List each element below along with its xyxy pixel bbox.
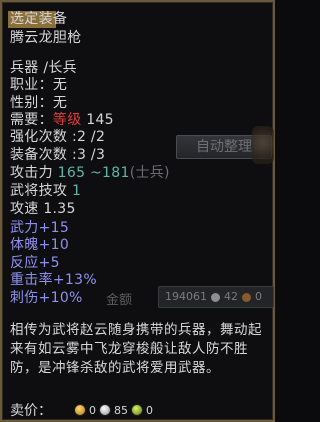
price-gold: 0 <box>89 403 96 417</box>
gender-requirement: 性别：无 <box>10 95 68 111</box>
price-copper: 0 <box>146 403 153 417</box>
item-tooltip: 自动整理 金额 194061 42 0 选定装备 腾云龙胆枪 兵器 /长兵 职业… <box>0 0 275 422</box>
tooltip-title: 选定装备 <box>10 11 68 27</box>
item-name: 腾云龙胆枪 <box>10 30 82 46</box>
copper-amount: 0 <box>255 290 262 303</box>
level-word: 等级 <box>52 112 82 128</box>
attack-label: 攻击力 <box>10 165 58 181</box>
price-silver: 85 <box>114 403 128 417</box>
attack-range: 165 ~181 <box>57 165 130 181</box>
enhance-count: 强化次数 :2 /2 <box>10 129 106 145</box>
attack-speed: 攻速 1.35 <box>10 201 76 217</box>
level-requirement: 需要：等级 145 <box>10 112 114 129</box>
skill-attack: 武将技攻 1 <box>10 183 81 200</box>
level-value: 145 <box>81 112 114 128</box>
equip-count: 装备次数 :3 /3 <box>10 147 106 163</box>
skill-label: 武将技攻 <box>10 183 72 199</box>
bonus-stamina: 体魄+10 <box>10 237 70 253</box>
bonus-pierce: 刺伤+10% <box>10 290 83 306</box>
gold-label: 金额 <box>106 293 133 308</box>
attack-type: (士兵) <box>129 165 170 181</box>
attack-power: 攻击力 165 ~181(士兵) <box>10 165 170 182</box>
weapon-type: 兵器 /长兵 <box>10 60 77 76</box>
item-description: 相传为武将赵云随身携带的兵器，舞动起来有如云雾中飞龙穿梭般让敌人防不胜防，是冲锋… <box>10 322 262 376</box>
inventory-item-slot[interactable] <box>252 126 274 164</box>
bonus-crit: 重击率+13% <box>10 272 97 289</box>
bonus-power: 武力+15 <box>10 220 70 236</box>
silver-amount: 42 <box>224 290 238 303</box>
copper-coin-icon <box>242 292 251 302</box>
level-label: 需要： <box>10 112 53 128</box>
sell-price: 卖价： 0 85 0 <box>10 401 153 419</box>
skill-value: 1 <box>71 183 82 199</box>
silver-coin-icon <box>211 292 220 302</box>
gold-coin-icon <box>74 404 86 416</box>
gold-amount-box: 194061 42 0 <box>158 286 274 308</box>
silver-coin-icon <box>99 404 111 416</box>
bonus-crit-text: 重击率+13% <box>10 272 97 288</box>
sell-price-label: 卖价： <box>10 403 52 419</box>
gold-amount: 194061 <box>165 290 207 303</box>
bonus-reflex: 反应+5 <box>10 255 60 271</box>
sell-price-money: 0 85 0 <box>74 404 153 417</box>
copper-coin-icon <box>131 404 143 416</box>
class-requirement: 职业：无 <box>10 77 68 93</box>
